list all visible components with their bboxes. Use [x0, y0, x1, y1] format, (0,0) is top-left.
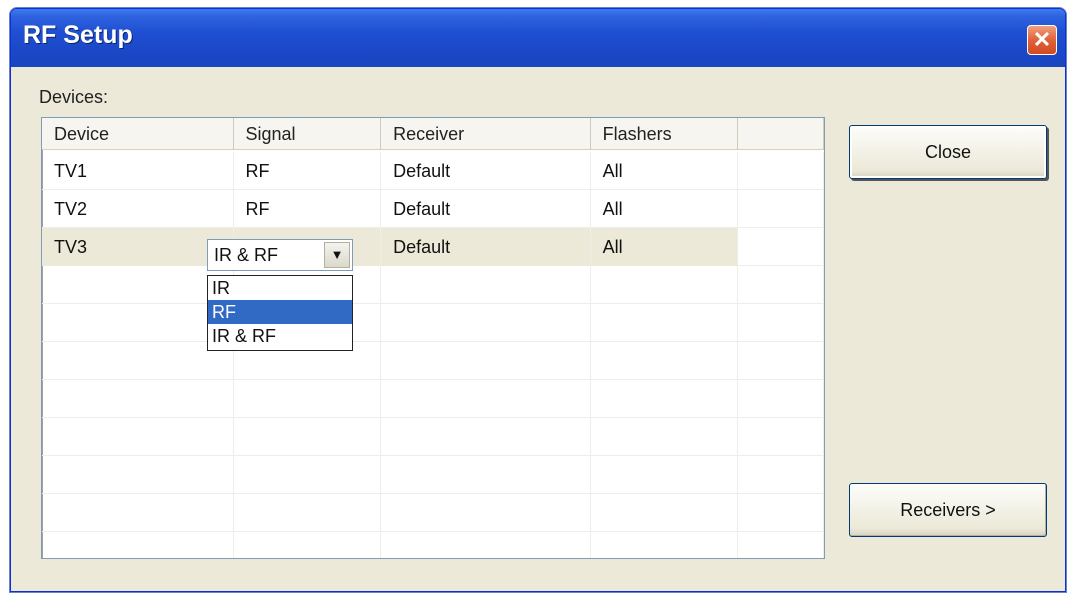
list-header: Device Signal Receiver Flashers	[42, 118, 824, 150]
close-button[interactable]: Close	[849, 125, 1047, 179]
signal-option-ir[interactable]: IR	[208, 276, 352, 300]
signal-option-ir-rf[interactable]: IR & RF	[208, 324, 352, 348]
flashers-cell: All	[591, 152, 739, 190]
signal-dropdown-list[interactable]: IR RF IR & RF	[207, 275, 353, 351]
column-header-device[interactable]: Device	[42, 118, 234, 150]
empty-row	[42, 418, 824, 456]
signal-combobox-value: IR & RF	[214, 245, 279, 265]
column-header-flashers[interactable]: Flashers	[591, 118, 739, 150]
column-header-empty[interactable]	[738, 118, 824, 150]
close-icon[interactable]: ✕	[1027, 25, 1057, 55]
empty-row	[42, 532, 824, 558]
signal-combobox[interactable]: IR & RF ▼	[207, 239, 353, 271]
flashers-cell: All	[591, 190, 739, 228]
devices-label: Devices:	[39, 87, 109, 107]
chevron-down-icon[interactable]: ▼	[324, 242, 350, 268]
empty-cell	[738, 228, 824, 266]
signal-cell: RF	[234, 190, 382, 228]
flashers-cell: All	[590, 228, 739, 266]
empty-row	[42, 456, 824, 494]
empty-cell	[738, 190, 824, 228]
window-title: RF Setup	[23, 21, 133, 49]
receiver-cell: Default	[381, 190, 591, 228]
device-cell: TV3	[42, 228, 234, 266]
title-bar[interactable]: RF Setup ✕	[11, 9, 1065, 67]
table-row[interactable]: TV1 RF Default All	[42, 152, 824, 190]
empty-cell	[738, 152, 824, 190]
rf-setup-dialog: RF Setup ✕ Devices: Device Signal Receiv…	[10, 8, 1066, 592]
receiver-cell: Default	[381, 152, 591, 190]
receiver-cell: Default	[381, 228, 591, 266]
column-header-receiver[interactable]: Receiver	[381, 118, 591, 150]
devices-list[interactable]: Device Signal Receiver Flashers TV1 RF D…	[41, 117, 825, 559]
empty-row	[42, 380, 824, 418]
signal-cell: RF	[234, 152, 382, 190]
table-row-selected[interactable]: TV3 Default All	[42, 228, 824, 266]
device-cell: TV2	[42, 190, 234, 228]
empty-row	[42, 494, 824, 532]
empty-row	[42, 304, 824, 342]
signal-option-rf[interactable]: RF	[208, 300, 352, 324]
table-row[interactable]: TV2 RF Default All	[42, 190, 824, 228]
column-header-signal[interactable]: Signal	[234, 118, 382, 150]
receivers-button[interactable]: Receivers >	[849, 483, 1047, 537]
device-cell: TV1	[42, 152, 234, 190]
empty-row	[42, 342, 824, 380]
empty-row	[42, 266, 824, 304]
